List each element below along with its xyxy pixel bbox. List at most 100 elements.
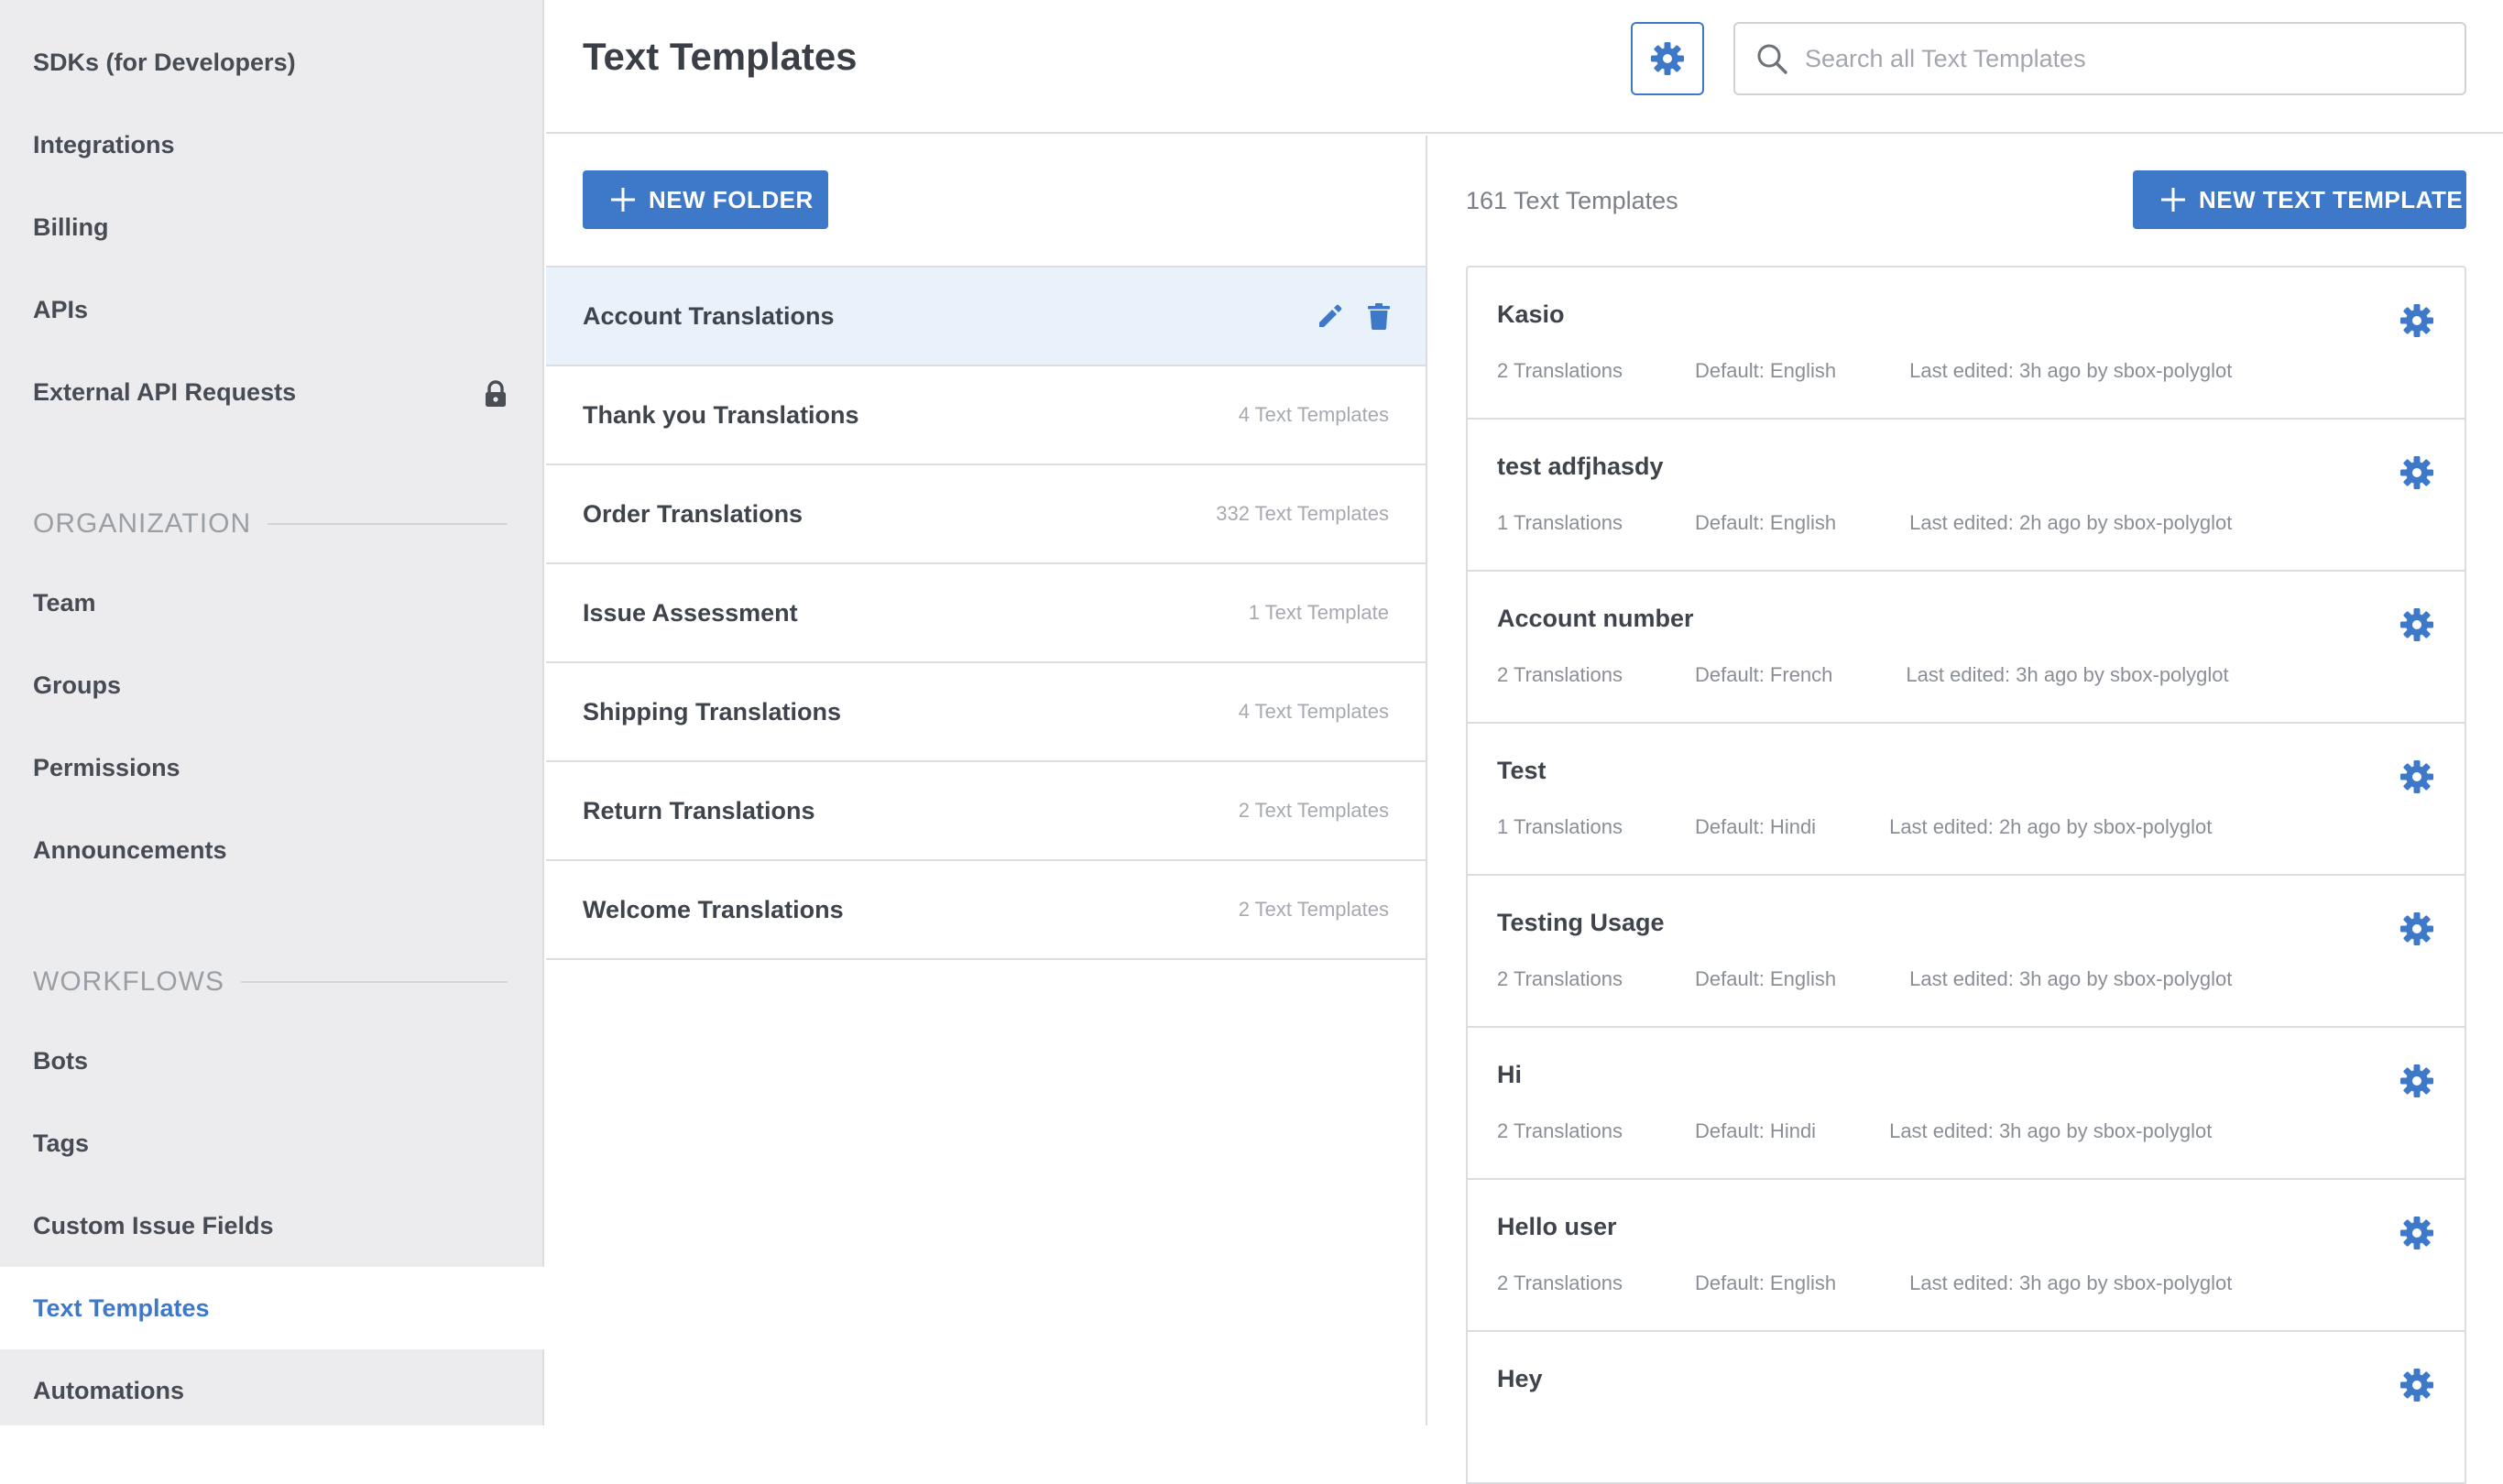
folder-count: 2 Text Templates — [1238, 898, 1389, 921]
template-translations: 2 Translations — [1497, 663, 1623, 686]
sidebar-item-custom-issue-fields[interactable]: Custom Issue Fields — [0, 1184, 544, 1267]
sidebar-item-label: Permissions — [33, 753, 180, 781]
template-card[interactable]: Test 1 Translations Default: Hindi Last … — [1468, 724, 2465, 876]
folder-row[interactable]: Issue Assessment 1 Text Template — [546, 564, 1426, 663]
template-card[interactable]: Hello user 2 Translations Default: Engli… — [1468, 1180, 2465, 1332]
template-default-language: Default: Hindi — [1695, 815, 1817, 838]
folder-row[interactable]: Welcome Translations 2 Text Templates — [546, 861, 1426, 960]
gear-icon[interactable] — [2399, 1063, 2435, 1099]
template-card[interactable]: test adfjhasdy 1 Translations Default: E… — [1468, 420, 2465, 572]
sidebar-item-tags[interactable]: Tags — [0, 1102, 544, 1184]
template-meta: 2 Translations Default: Hindi Last edite… — [1497, 1119, 2212, 1143]
folder-actions — [1316, 302, 1391, 330]
new-text-template-button[interactable]: NEW TEXT TEMPLATE — [2133, 170, 2466, 229]
template-last-edited: Last edited: 3h ago by sbox-polyglot — [1909, 1271, 2233, 1294]
sidebar-section-workflows: WORKFLOWS — [33, 964, 508, 1000]
sidebar-item-label: Tags — [33, 1129, 90, 1157]
plus-icon — [611, 188, 635, 212]
template-name: Hi — [1497, 1061, 1522, 1088]
plus-icon — [2161, 188, 2185, 212]
template-default-language: Default: French — [1695, 663, 1833, 686]
template-translations: 2 Translations — [1497, 359, 1623, 382]
pencil-icon[interactable] — [1316, 302, 1343, 330]
folder-name: Shipping Translations — [583, 697, 842, 726]
template-translations: 1 Translations — [1497, 815, 1623, 838]
folder-count: 4 Text Templates — [1238, 700, 1389, 723]
sidebar-item-label: Integrations — [33, 130, 175, 158]
page-header: Text Templates — [546, 0, 2503, 134]
template-name: Hello user — [1497, 1213, 1617, 1240]
sidebar-item-label: Billing — [33, 213, 109, 241]
lock-icon — [486, 380, 506, 407]
sidebar: SDKs (for Developers) Integrations Billi… — [0, 0, 544, 1425]
template-translations: 1 Translations — [1497, 511, 1623, 534]
folder-row[interactable]: Return Translations 2 Text Templates — [546, 762, 1426, 861]
gear-icon[interactable] — [2399, 758, 2435, 795]
gear-icon[interactable] — [2399, 454, 2435, 491]
gear-icon[interactable] — [2399, 911, 2435, 947]
sidebar-section-organization: ORGANIZATION — [33, 506, 508, 542]
template-last-edited: Last edited: 3h ago by sbox-polyglot — [1906, 663, 2229, 686]
folders-panel: NEW FOLDER Account Translations Thank yo… — [546, 136, 1427, 1425]
template-meta: 2 Translations Default: English Last edi… — [1497, 359, 2232, 383]
gear-icon[interactable] — [2399, 1367, 2435, 1403]
sidebar-item-permissions[interactable]: Permissions — [0, 726, 544, 809]
template-translations: 2 Translations — [1497, 1271, 1623, 1294]
template-card[interactable]: Account number 2 Translations Default: F… — [1468, 572, 2465, 724]
folder-count: 4 Text Templates — [1238, 403, 1389, 426]
template-card[interactable]: Testing Usage 2 Translations Default: En… — [1468, 876, 2465, 1028]
template-card[interactable]: Hi 2 Translations Default: Hindi Last ed… — [1468, 1028, 2465, 1180]
template-translations: 2 Translations — [1497, 1119, 1623, 1142]
new-text-template-label: NEW TEXT TEMPLATE — [2199, 185, 2464, 213]
settings-button[interactable] — [1631, 22, 1704, 95]
template-card[interactable]: Kasio 2 Translations Default: English La… — [1468, 267, 2465, 420]
folder-row[interactable]: Account Translations — [546, 267, 1426, 366]
sidebar-item-sdks[interactable]: SDKs (for Developers) — [0, 21, 544, 104]
gear-icon[interactable] — [2399, 606, 2435, 643]
sidebar-item-groups[interactable]: Groups — [0, 644, 544, 726]
folder-name: Account Translations — [583, 301, 835, 330]
template-default-language: Default: English — [1695, 511, 1837, 534]
gear-icon[interactable] — [2399, 1215, 2435, 1251]
sidebar-item-label: External API Requests — [33, 377, 297, 406]
page-title: Text Templates — [583, 35, 858, 78]
folder-count: 332 Text Templates — [1216, 502, 1389, 525]
new-folder-label: NEW FOLDER — [649, 185, 814, 213]
sidebar-item-external-api-requests[interactable]: External API Requests — [0, 351, 544, 433]
trash-icon[interactable] — [1367, 302, 1391, 330]
sidebar-item-announcements[interactable]: Announcements — [0, 809, 544, 891]
folder-name: Order Translations — [583, 499, 803, 528]
gear-icon[interactable] — [2399, 302, 2435, 339]
sidebar-item-apis[interactable]: APIs — [0, 268, 544, 351]
template-last-edited: Last edited: 2h ago by sbox-polyglot — [1909, 511, 2233, 534]
template-meta: 2 Translations Default: English Last edi… — [1497, 1271, 2232, 1295]
section-title: ORGANIZATION — [33, 508, 252, 539]
folder-row[interactable]: Shipping Translations 4 Text Templates — [546, 663, 1426, 762]
sidebar-item-bots[interactable]: Bots — [0, 1020, 544, 1102]
section-title: WORKFLOWS — [33, 966, 224, 997]
template-meta: 1 Translations Default: Hindi Last edite… — [1497, 815, 2212, 839]
sidebar-item-label: Text Templates — [33, 1293, 210, 1322]
new-folder-button[interactable]: NEW FOLDER — [583, 170, 828, 229]
sidebar-item-text-templates[interactable]: Text Templates — [0, 1267, 544, 1349]
search-input[interactable] — [1803, 43, 2465, 74]
folder-count: 2 Text Templates — [1238, 799, 1389, 822]
folder-row[interactable]: Thank you Translations 4 Text Templates — [546, 366, 1426, 465]
sidebar-item-integrations[interactable]: Integrations — [0, 104, 544, 186]
sidebar-item-team[interactable]: Team — [0, 562, 544, 644]
template-card[interactable]: Hey — [1468, 1332, 2465, 1484]
template-default-language: Default: English — [1695, 359, 1837, 382]
template-last-edited: Last edited: 3h ago by sbox-polyglot — [1909, 359, 2233, 382]
template-name: Testing Usage — [1497, 909, 1665, 936]
sidebar-item-automations[interactable]: Automations — [0, 1349, 544, 1432]
template-default-language: Default: English — [1695, 967, 1837, 990]
search-box[interactable] — [1733, 22, 2466, 95]
sidebar-item-billing[interactable]: Billing — [0, 186, 544, 268]
templates-panel: 161 Text Templates NEW TEXT TEMPLATE Kas… — [1429, 136, 2503, 1484]
sidebar-item-label: Team — [33, 588, 96, 617]
template-last-edited: Last edited: 3h ago by sbox-polyglot — [1909, 967, 2233, 990]
template-list: Kasio 2 Translations Default: English La… — [1466, 266, 2466, 1484]
sidebar-item-label: APIs — [33, 295, 89, 323]
folder-row[interactable]: Order Translations 332 Text Templates — [546, 465, 1426, 564]
template-meta: 1 Translations Default: English Last edi… — [1497, 511, 2232, 535]
